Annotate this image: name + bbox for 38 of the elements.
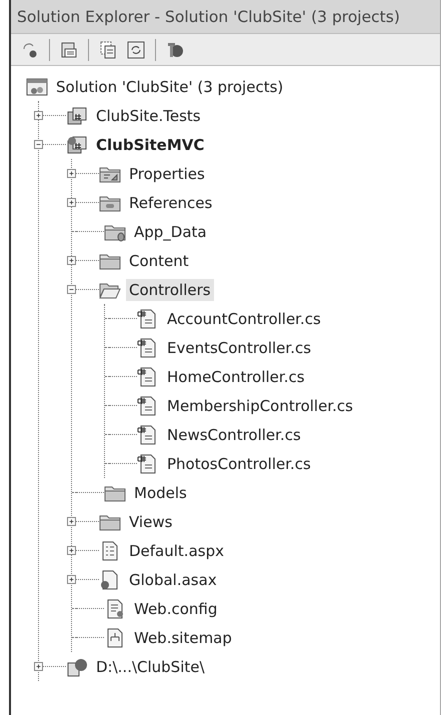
test-project-icon: [66, 106, 88, 126]
collapse-toggle[interactable]: [34, 140, 43, 149]
tree-item[interactable]: NewsController.cs: [164, 424, 304, 446]
expand-toggle[interactable]: [67, 575, 76, 584]
window-title: Solution Explorer - Solution 'ClubSite' (3 projects): [11, 0, 440, 34]
tree-item[interactable]: Models: [131, 482, 190, 504]
expand-toggle[interactable]: [34, 111, 43, 120]
tree-item[interactable]: ClubSite.Tests: [93, 104, 204, 126]
expand-toggle[interactable]: [67, 198, 76, 207]
tree-item[interactable]: Default.aspx: [126, 540, 227, 562]
tree-item[interactable]: EventsController.cs: [164, 336, 314, 358]
tree-item[interactable]: ClubSiteMVC: [93, 134, 208, 156]
tree-item[interactable]: Solution 'ClubSite' (3 projects): [53, 76, 286, 98]
expand-toggle[interactable]: [67, 256, 76, 265]
solution-icon: [26, 76, 48, 96]
tree-item[interactable]: Web.sitemap: [131, 626, 235, 648]
tree-item[interactable]: Views: [126, 510, 176, 532]
sync-icon: [21, 40, 39, 58]
refresh-icon: [127, 40, 145, 58]
expand-toggle[interactable]: [67, 546, 76, 555]
documents-icon: [99, 40, 117, 58]
tree-item[interactable]: Content: [126, 250, 192, 272]
tree-item[interactable]: D:\...\ClubSite\: [93, 656, 208, 678]
properties-icon: [60, 40, 78, 58]
tree-item[interactable]: Controllers: [126, 278, 214, 300]
expand-toggle[interactable]: [67, 169, 76, 178]
tree-item[interactable]: PhotosController.cs: [164, 452, 314, 474]
tree-item[interactable]: References: [126, 192, 216, 214]
tree-item[interactable]: Properties: [126, 162, 208, 184]
expand-toggle[interactable]: [67, 517, 76, 526]
tree-item[interactable]: HomeController.cs: [164, 366, 308, 388]
collapse-toggle[interactable]: [67, 285, 76, 294]
tree-item[interactable]: Global.asax: [126, 568, 220, 590]
tree-item[interactable]: AccountController.cs: [164, 308, 324, 330]
expand-toggle[interactable]: [34, 662, 43, 671]
tree-item[interactable]: MembershipController.cs: [164, 394, 356, 416]
tree-item[interactable]: App_Data: [131, 220, 210, 242]
tree-item[interactable]: Web.config: [131, 598, 220, 620]
